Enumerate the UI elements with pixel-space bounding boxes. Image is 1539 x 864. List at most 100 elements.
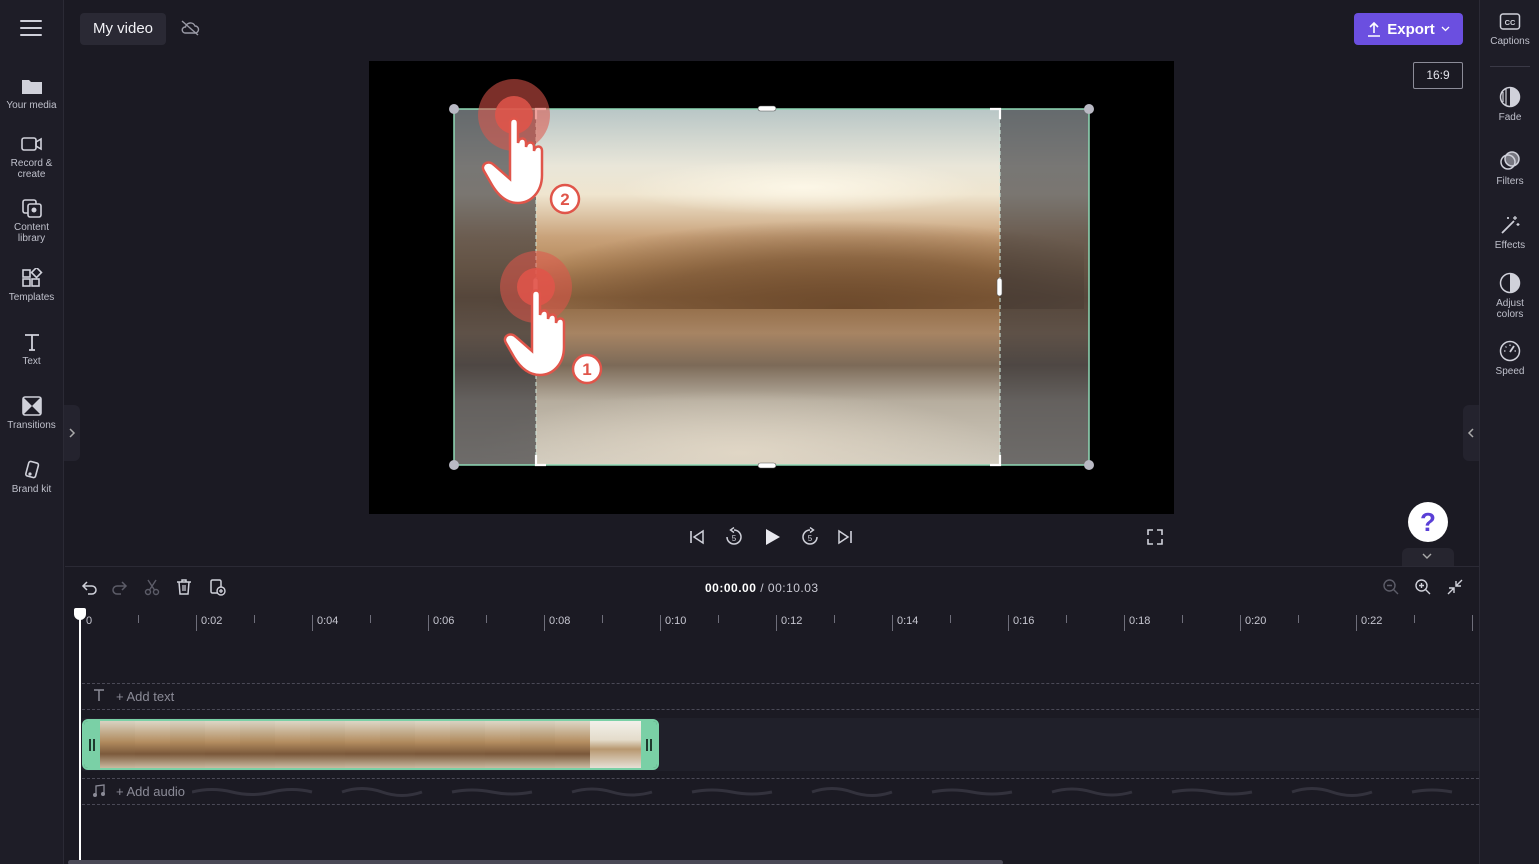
sidebar-item-transitions[interactable]: Transitions xyxy=(0,396,63,431)
skip-to-start-icon[interactable] xyxy=(689,529,705,545)
clip-trim-handle-left[interactable] xyxy=(84,721,100,768)
play-icon[interactable] xyxy=(762,527,782,547)
playhead[interactable] xyxy=(79,617,81,864)
ruler-tick xyxy=(776,615,777,631)
sidebar-item-content-library[interactable]: Content library xyxy=(0,198,63,244)
text-icon xyxy=(24,334,39,351)
sidebar-item-record-create[interactable]: Record & create xyxy=(0,134,63,180)
zoom-in-icon[interactable] xyxy=(1414,578,1432,596)
collapse-help-button[interactable] xyxy=(1402,548,1454,566)
ruler-label: 0 xyxy=(86,615,93,627)
sidebar-item-filters[interactable]: Filters xyxy=(1480,150,1539,187)
sidebar-item-label: Brand kit xyxy=(11,484,52,495)
content-library-icon xyxy=(21,199,42,218)
duplicate-icon[interactable] xyxy=(208,578,226,596)
sidebar-item-label: Transitions xyxy=(7,420,56,431)
zoom-out-icon[interactable] xyxy=(1382,578,1400,596)
menu-icon[interactable] xyxy=(20,20,42,38)
sidebar-item-label: Record & xyxy=(10,158,53,169)
ruler-tick-minor xyxy=(602,615,603,623)
music-note-icon xyxy=(93,784,105,797)
expand-left-panel-button[interactable] xyxy=(64,405,80,461)
video-clip[interactable] xyxy=(82,719,659,770)
expand-right-panel-button[interactable] xyxy=(1463,405,1479,461)
ruler-tick-minor xyxy=(370,615,371,623)
timeline-scrollbar[interactable] xyxy=(68,860,1003,864)
clip-thumbnail xyxy=(345,721,380,768)
aspect-ratio-button[interactable]: 16:9 xyxy=(1413,62,1463,89)
redo-icon[interactable] xyxy=(111,578,129,596)
ruler-tick-minor xyxy=(254,615,255,623)
resize-handle-bottom-right[interactable] xyxy=(1084,460,1094,470)
sidebar-item-templates[interactable]: Templates xyxy=(0,268,63,303)
skip-to-end-icon[interactable] xyxy=(837,529,853,545)
fullscreen-icon[interactable] xyxy=(1146,528,1164,546)
sidebar-item-label-line2: create xyxy=(17,169,46,180)
forward-5s-icon[interactable]: 5 xyxy=(800,527,820,547)
crop-edge-top[interactable] xyxy=(757,105,777,112)
sidebar-item-label: Speed xyxy=(1495,366,1525,377)
clip-thumbnail xyxy=(100,721,135,768)
crop-corner-bottom-left[interactable] xyxy=(534,455,546,467)
ruler-tick-minor xyxy=(1298,615,1299,623)
time-ruler[interactable]: 0 0:02 0:04 0:06 0:08 0:10 0:12 0:14 0:1… xyxy=(65,611,1479,637)
current-time: 00:00.00 xyxy=(705,581,757,595)
ruler-label: 0:16 xyxy=(1013,615,1035,627)
playback-controls: 5 5 xyxy=(686,524,866,552)
cloud-sync-status[interactable] xyxy=(180,19,200,42)
undo-icon[interactable] xyxy=(80,578,98,596)
sidebar-item-text[interactable]: Text xyxy=(0,332,63,367)
fit-to-screen-icon[interactable] xyxy=(1446,578,1464,596)
add-audio-track[interactable]: + Add audio xyxy=(82,778,1479,805)
export-button[interactable]: Export xyxy=(1354,13,1463,45)
resize-handle-bottom-left[interactable] xyxy=(449,460,459,470)
sidebar-item-label: Your media xyxy=(6,100,57,111)
crop-edge-right[interactable] xyxy=(996,277,1003,297)
ruler-tick xyxy=(1124,615,1125,631)
resize-handle-top-left[interactable] xyxy=(449,104,459,114)
sidebar-item-brand-kit[interactable]: Brand kit xyxy=(0,460,63,495)
sidebar-item-effects[interactable]: Effects xyxy=(1480,214,1539,251)
ruler-tick-minor xyxy=(1066,615,1067,623)
audio-waveform-placeholder xyxy=(192,787,1453,797)
add-audio-label: + Add audio xyxy=(116,784,186,799)
ruler-tick-minor xyxy=(834,615,835,623)
magic-wand-icon xyxy=(1501,216,1520,234)
resize-handle-top-right[interactable] xyxy=(1084,104,1094,114)
crop-edge-bottom[interactable] xyxy=(757,462,777,469)
clip-thumbnail xyxy=(590,721,642,768)
sidebar-item-speed[interactable]: Speed xyxy=(1480,340,1539,377)
sidebar-item-adjust-colors[interactable]: Adjust colors xyxy=(1480,272,1539,320)
clip-thumbnail xyxy=(555,721,590,768)
rewind-5s-icon[interactable]: 5 xyxy=(724,527,744,547)
clip-trim-handle-right[interactable] xyxy=(641,721,657,768)
crop-corner-top-right[interactable] xyxy=(990,107,1002,119)
templates-icon xyxy=(21,268,43,287)
crop-corner-bottom-right[interactable] xyxy=(990,455,1002,467)
clip-thumbnail xyxy=(485,721,520,768)
sidebar-item-label: Effects xyxy=(1494,240,1526,251)
sidebar-item-label: Content xyxy=(13,222,50,233)
sidebar-item-captions[interactable]: CC Captions xyxy=(1480,12,1539,47)
clip-thumbnail xyxy=(135,721,170,768)
chevron-down-icon xyxy=(1422,553,1432,559)
trash-icon[interactable] xyxy=(175,578,193,596)
ruler-label: 0:14 xyxy=(897,615,919,627)
tutorial-pointer-2: 2 xyxy=(478,79,581,215)
sidebar-item-fade[interactable]: Fade xyxy=(1480,86,1539,123)
sidebar-item-label: Filters xyxy=(1496,176,1524,187)
add-text-track[interactable]: + Add text xyxy=(82,683,1479,710)
sidebar-item-label: Templates xyxy=(8,292,55,303)
sidebar-item-your-media[interactable]: Your media xyxy=(0,76,63,111)
sidebar-item-label: Adjust xyxy=(1496,298,1524,309)
tutorial-pointer-1: 1 xyxy=(500,251,603,385)
scissors-icon[interactable] xyxy=(143,578,161,596)
help-button[interactable]: ? xyxy=(1408,502,1448,542)
ruler-tick xyxy=(312,615,313,631)
project-name-field[interactable]: My video xyxy=(80,13,167,45)
ruler-tick-minor xyxy=(1414,615,1415,623)
adjust-colors-icon xyxy=(1499,272,1521,294)
left-sidebar: Your media Record & create Content libra… xyxy=(0,0,64,864)
step-number: 2 xyxy=(560,190,569,209)
clip-thumbnail xyxy=(170,721,205,768)
